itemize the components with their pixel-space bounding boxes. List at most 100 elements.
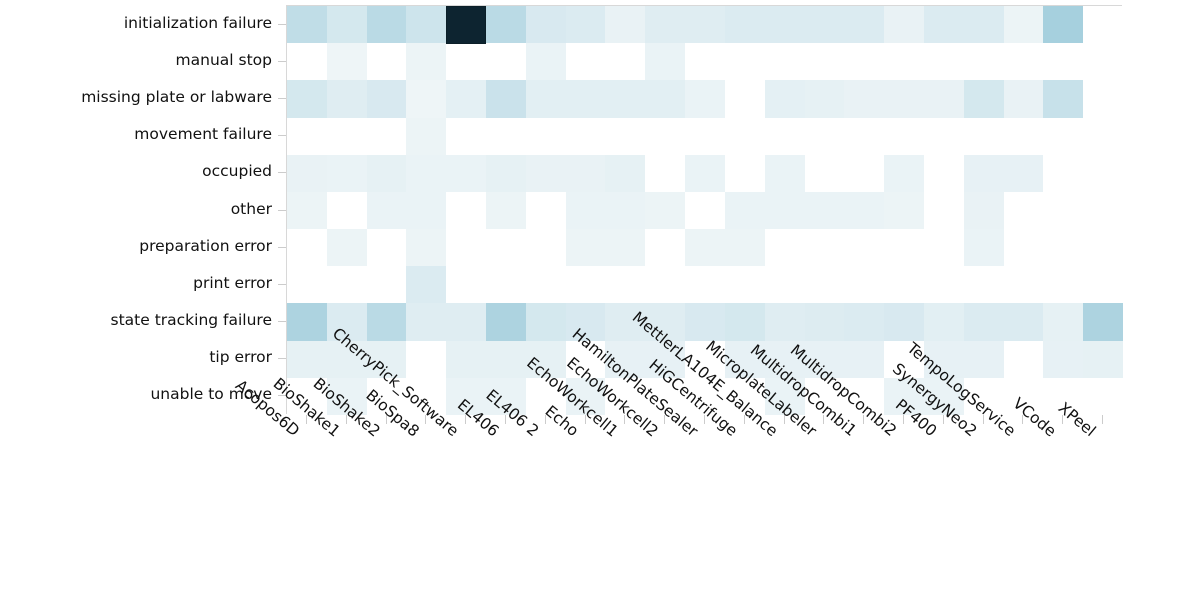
heatmap-cell[interactable] bbox=[923, 43, 965, 81]
heatmap-cell[interactable] bbox=[446, 303, 487, 342]
heatmap-cell[interactable] bbox=[366, 154, 407, 193]
heatmap-cell[interactable] bbox=[804, 6, 845, 44]
heatmap-cell[interactable] bbox=[366, 191, 407, 230]
heatmap-cell[interactable] bbox=[923, 266, 965, 304]
heatmap-cell[interactable] bbox=[446, 154, 487, 193]
heatmap-cell[interactable] bbox=[287, 43, 328, 81]
heatmap-cell[interactable] bbox=[326, 229, 367, 267]
heatmap-cell[interactable] bbox=[605, 80, 646, 118]
heatmap-cell[interactable] bbox=[565, 229, 606, 267]
heatmap-cell[interactable] bbox=[1043, 266, 1084, 304]
heatmap-cell[interactable] bbox=[486, 303, 527, 342]
heatmap-cell[interactable] bbox=[287, 80, 328, 118]
heatmap-cell[interactable] bbox=[406, 191, 447, 230]
heatmap-cell[interactable] bbox=[1083, 6, 1124, 44]
heatmap-cell[interactable] bbox=[565, 266, 606, 304]
heatmap-cell[interactable] bbox=[486, 229, 527, 267]
heatmap-cell[interactable] bbox=[605, 6, 646, 44]
heatmap-cell[interactable] bbox=[645, 266, 686, 304]
heatmap-cell[interactable] bbox=[406, 6, 447, 44]
heatmap-cell[interactable] bbox=[923, 154, 965, 193]
heatmap-cell[interactable] bbox=[446, 229, 487, 267]
heatmap-cell[interactable] bbox=[764, 154, 805, 193]
heatmap-cell[interactable] bbox=[406, 340, 447, 379]
heatmap-cell[interactable] bbox=[923, 80, 965, 118]
heatmap-cell[interactable] bbox=[1003, 154, 1044, 193]
heatmap-cell[interactable] bbox=[1043, 6, 1084, 44]
heatmap-cell[interactable] bbox=[1043, 303, 1084, 342]
heatmap-cell[interactable] bbox=[287, 117, 328, 156]
heatmap-cell[interactable] bbox=[764, 117, 805, 156]
heatmap-cell[interactable] bbox=[406, 154, 447, 193]
heatmap-cell[interactable] bbox=[1003, 303, 1044, 342]
heatmap-cell[interactable] bbox=[565, 80, 606, 118]
heatmap-cell[interactable] bbox=[724, 191, 766, 230]
heatmap-cell[interactable] bbox=[605, 229, 646, 267]
heatmap-cell[interactable] bbox=[884, 303, 925, 342]
heatmap-cell[interactable] bbox=[406, 266, 447, 304]
heatmap-cell[interactable] bbox=[287, 229, 328, 267]
heatmap-cell[interactable] bbox=[605, 154, 646, 193]
heatmap-cell[interactable] bbox=[764, 229, 805, 267]
heatmap-cell[interactable] bbox=[724, 6, 766, 44]
heatmap-cell[interactable] bbox=[724, 154, 766, 193]
heatmap-cell[interactable] bbox=[724, 80, 766, 118]
heatmap-cell[interactable] bbox=[287, 154, 328, 193]
heatmap-cell[interactable] bbox=[565, 43, 606, 81]
heatmap-cell[interactable] bbox=[605, 43, 646, 81]
heatmap-cell[interactable] bbox=[844, 229, 885, 267]
heatmap-cell[interactable] bbox=[1083, 43, 1124, 81]
heatmap-cell[interactable] bbox=[1003, 80, 1044, 118]
heatmap-cell[interactable] bbox=[844, 266, 885, 304]
heatmap-cell[interactable] bbox=[406, 43, 447, 81]
heatmap-cell[interactable] bbox=[804, 266, 845, 304]
heatmap-cell[interactable] bbox=[884, 266, 925, 304]
heatmap-cell[interactable] bbox=[486, 80, 527, 118]
heatmap-cell[interactable] bbox=[366, 303, 407, 342]
heatmap-cell[interactable] bbox=[366, 117, 407, 156]
heatmap-cell[interactable] bbox=[1083, 80, 1124, 118]
heatmap-cell[interactable] bbox=[486, 191, 527, 230]
heatmap-cell[interactable] bbox=[1083, 229, 1124, 267]
heatmap-cell[interactable] bbox=[923, 191, 965, 230]
heatmap-cell[interactable] bbox=[326, 43, 367, 81]
heatmap-cell[interactable] bbox=[884, 117, 925, 156]
heatmap-cell[interactable] bbox=[406, 303, 447, 342]
heatmap-cell[interactable] bbox=[446, 340, 487, 379]
heatmap-cell[interactable] bbox=[1003, 191, 1044, 230]
heatmap-cell[interactable] bbox=[525, 43, 567, 81]
heatmap-cell[interactable] bbox=[963, 117, 1004, 156]
heatmap-cell[interactable] bbox=[764, 303, 805, 342]
heatmap-cell[interactable] bbox=[645, 191, 686, 230]
heatmap-cell[interactable] bbox=[1043, 154, 1084, 193]
heatmap-cell[interactable] bbox=[963, 229, 1004, 267]
heatmap-cell[interactable] bbox=[923, 303, 965, 342]
heatmap-cell[interactable] bbox=[525, 229, 567, 267]
heatmap-cell[interactable] bbox=[605, 266, 646, 304]
heatmap-cell[interactable] bbox=[884, 191, 925, 230]
heatmap-cell[interactable] bbox=[645, 229, 686, 267]
heatmap-cell[interactable] bbox=[685, 191, 726, 230]
heatmap-cell[interactable] bbox=[486, 6, 527, 44]
heatmap-cell[interactable] bbox=[764, 6, 805, 44]
heatmap-cell[interactable] bbox=[1003, 340, 1044, 379]
heatmap-cell[interactable] bbox=[1003, 43, 1044, 81]
heatmap-cell[interactable] bbox=[844, 80, 885, 118]
heatmap-cell[interactable] bbox=[366, 80, 407, 118]
heatmap-cell[interactable] bbox=[486, 266, 527, 304]
heatmap-cell[interactable] bbox=[446, 266, 487, 304]
heatmap-cell[interactable] bbox=[645, 154, 686, 193]
heatmap-cell[interactable] bbox=[1043, 80, 1084, 118]
heatmap-cell[interactable] bbox=[446, 117, 487, 156]
heatmap-cell[interactable] bbox=[525, 6, 567, 44]
heatmap-cell[interactable] bbox=[326, 266, 367, 304]
heatmap-cell[interactable] bbox=[326, 154, 367, 193]
heatmap-cell[interactable] bbox=[406, 80, 447, 118]
heatmap-cell[interactable] bbox=[1043, 340, 1084, 379]
heatmap-cell[interactable] bbox=[844, 191, 885, 230]
heatmap-cell[interactable] bbox=[1083, 266, 1124, 304]
heatmap-cell[interactable] bbox=[685, 43, 726, 81]
heatmap-cell[interactable] bbox=[963, 43, 1004, 81]
heatmap-cell[interactable] bbox=[685, 117, 726, 156]
heatmap-cell[interactable] bbox=[884, 80, 925, 118]
